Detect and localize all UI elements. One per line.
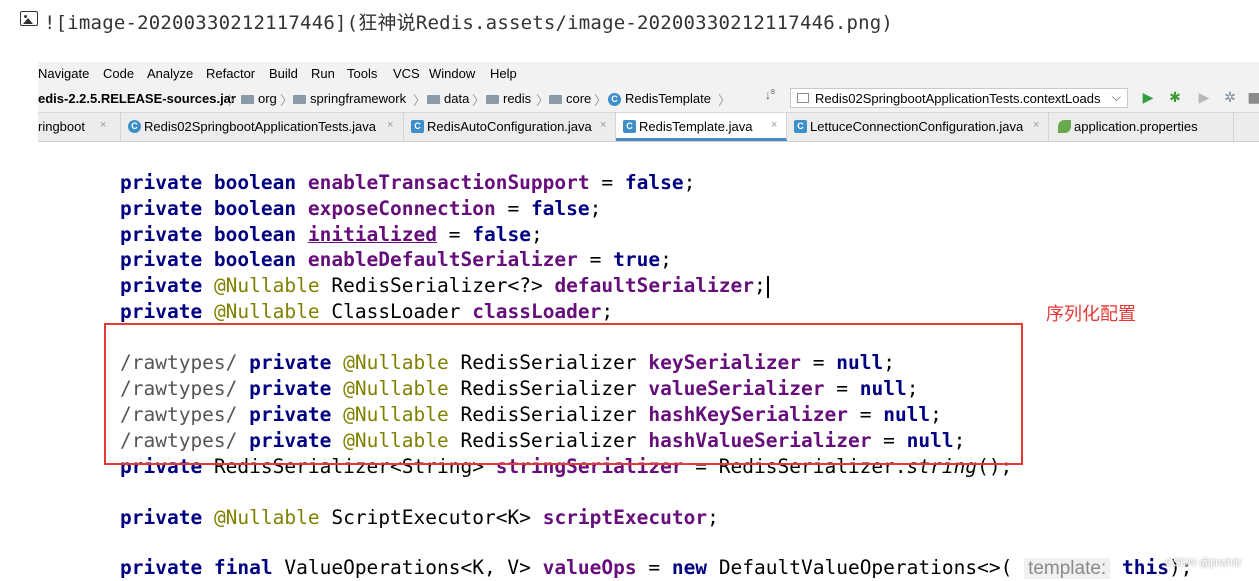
code-line: private boolean initialized = false; bbox=[120, 223, 543, 246]
image-icon bbox=[20, 11, 38, 26]
breadcrumb-separator: 〉 bbox=[594, 93, 608, 108]
code-line: private boolean enableTransactionSupport… bbox=[120, 171, 696, 194]
debug-icon[interactable]: ✱ bbox=[1167, 90, 1183, 106]
menu-refactor[interactable]: Refactor bbox=[206, 66, 255, 81]
run-configuration-label: Redis02SpringbootApplicationTests.contex… bbox=[815, 91, 1101, 106]
breadcrumb-separator: 〉 bbox=[413, 93, 427, 108]
code-line: private @Nullable ClassLoader classLoade… bbox=[120, 300, 614, 323]
tab-label: LettuceConnectionConfiguration.java bbox=[810, 119, 1024, 134]
close-icon[interactable]: × bbox=[100, 119, 106, 131]
folder-icon bbox=[486, 95, 499, 105]
menu-run[interactable]: Run bbox=[311, 66, 335, 81]
menu-bar: Navigate Code Analyze Refactor Build Run… bbox=[38, 62, 1259, 86]
parameter-hint: template: bbox=[1024, 558, 1111, 579]
markdown-line: ![image-20200330212117446](狂神说Redis.asse… bbox=[0, 0, 1259, 40]
folder-icon bbox=[241, 95, 254, 105]
breadcrumb-separator: 〉 bbox=[536, 93, 550, 108]
code-line: private boolean exposeConnection = false… bbox=[120, 197, 602, 220]
profile-icon[interactable]: ✲ bbox=[1222, 90, 1238, 106]
tab-label: RedisAutoConfiguration.java bbox=[427, 119, 592, 134]
breadcrumb-springframework[interactable]: springframework bbox=[293, 91, 406, 106]
sort-icon[interactable]: ↓8 bbox=[765, 88, 775, 102]
code-line: private boolean enableDefaultSerializer … bbox=[120, 248, 672, 271]
class-file-icon: C bbox=[623, 120, 636, 133]
tab-lettuce-connection-configuration[interactable]: C LettuceConnectionConfiguration.java × bbox=[787, 113, 1049, 141]
breadcrumb-data[interactable]: data bbox=[427, 91, 469, 106]
tab-redis02-tests[interactable]: C Redis02SpringbootApplicationTests.java… bbox=[121, 113, 404, 141]
tab-redistemplate[interactable]: C RedisTemplate.java × bbox=[616, 113, 787, 141]
menu-navigate[interactable]: Navigate bbox=[38, 66, 89, 81]
class-icon: C bbox=[128, 120, 141, 133]
menu-analyze[interactable]: Analyze bbox=[147, 66, 193, 81]
breadcrumb-redis[interactable]: redis bbox=[486, 91, 531, 106]
editor-tab-bar: ringboot × C Redis02SpringbootApplicatio… bbox=[38, 113, 1259, 142]
underlined-field[interactable]: initialized bbox=[308, 223, 437, 246]
class-file-icon: C bbox=[794, 120, 807, 133]
breadcrumb-separator: 〉 bbox=[228, 93, 242, 108]
left-margin bbox=[0, 40, 38, 581]
breadcrumb-jar[interactable]: edis-2.2.5.RELEASE-sources.jar bbox=[38, 91, 236, 106]
markdown-image-link[interactable]: ![image-20200330212117446](狂神说Redis.asse… bbox=[44, 8, 893, 35]
folder-icon bbox=[293, 95, 306, 105]
menu-help[interactable]: Help bbox=[490, 66, 517, 81]
code-line: private final ValueOperations<K, V> valu… bbox=[120, 556, 1193, 579]
close-icon[interactable]: × bbox=[600, 119, 606, 131]
tab-label: application.properties bbox=[1074, 119, 1198, 134]
code-line: private @Nullable ScriptExecutor<K> scri… bbox=[120, 506, 719, 529]
text-caret bbox=[766, 275, 769, 298]
run-icon[interactable]: ▶ bbox=[1140, 90, 1156, 106]
tab-label: RedisTemplate.java bbox=[639, 119, 753, 134]
menu-code[interactable]: Code bbox=[103, 66, 134, 81]
menu-build[interactable]: Build bbox=[269, 66, 298, 81]
serializer-config-note: 序列化配置 bbox=[1046, 304, 1136, 325]
code-line: private @Nullable RedisSerializer<?> def… bbox=[120, 274, 769, 298]
breadcrumb-separator: 〉 bbox=[472, 93, 486, 108]
run-coverage-icon[interactable]: ▶ bbox=[1196, 90, 1212, 106]
close-icon[interactable]: × bbox=[387, 119, 393, 131]
menu-vcs[interactable]: VCS bbox=[393, 66, 420, 81]
close-icon[interactable]: × bbox=[771, 119, 777, 131]
class-icon: C bbox=[608, 93, 621, 107]
menu-window[interactable]: Window bbox=[429, 66, 475, 81]
tab-label: Redis02SpringbootApplicationTests.java bbox=[144, 119, 376, 134]
breadcrumb-org[interactable]: org bbox=[241, 91, 277, 106]
breadcrumb-class[interactable]: C RedisTemplate bbox=[608, 91, 711, 107]
tab-label: ringboot bbox=[38, 119, 85, 134]
tab-application-properties[interactable]: application.properties bbox=[1049, 113, 1234, 141]
breadcrumb-core[interactable]: core bbox=[549, 91, 591, 106]
watermark: CSDN @jinshiir bbox=[1165, 557, 1242, 569]
breadcrumb-separator: 〉 bbox=[280, 93, 294, 108]
close-icon[interactable]: × bbox=[1033, 119, 1039, 131]
tab-springboot[interactable]: ringboot × bbox=[38, 113, 121, 141]
folder-icon bbox=[427, 95, 440, 105]
tab-redis-autoconfiguration[interactable]: C RedisAutoConfiguration.java × bbox=[404, 113, 616, 141]
more-icon[interactable]: ■ bbox=[1246, 90, 1259, 106]
test-config-icon bbox=[797, 93, 809, 103]
run-configuration-select[interactable]: Redis02SpringbootApplicationTests.contex… bbox=[790, 88, 1128, 108]
spring-leaf-icon bbox=[1058, 120, 1071, 133]
menu-tools[interactable]: Tools bbox=[347, 66, 377, 81]
class-file-icon: C bbox=[411, 120, 424, 133]
serializer-highlight-box bbox=[104, 323, 1023, 465]
breadcrumb-separator: 〉 bbox=[718, 93, 732, 108]
chevron-down-icon: ⌵ bbox=[1111, 90, 1121, 104]
folder-icon bbox=[549, 95, 562, 105]
